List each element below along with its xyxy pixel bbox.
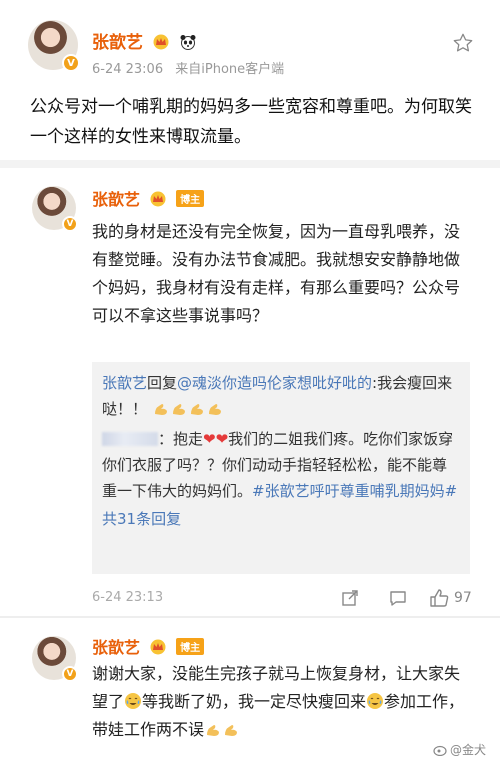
reply1-verb: 回复 [147, 374, 178, 392]
blogger-badge: 博主 [176, 638, 205, 655]
comment2-author-name[interactable]: 张歆艺 [92, 638, 140, 657]
post-body: 公众号对一个哺乳期的妈妈多一些宽容和尊重吧。为何取笑一个这样的女性来博取流量。 [30, 97, 472, 147]
crown-icon [153, 34, 169, 50]
blurred-username [102, 432, 158, 446]
crown-icon [150, 639, 166, 655]
verified-badge-icon: V [62, 54, 80, 72]
tears-face-icon [125, 693, 142, 709]
flex-arm-icon [190, 404, 203, 415]
comment2-avatar[interactable]: V [32, 636, 78, 682]
post-client: 来自iPhone客户端 [175, 62, 285, 77]
comment1-author[interactable]: 张歆艺 博主 [92, 186, 205, 210]
share-icon[interactable] [340, 588, 360, 608]
reply2-hashtag[interactable]: #张歆艺呼吁尊重哺乳期妈妈# [252, 482, 457, 500]
flex-arm-icon [172, 404, 185, 415]
comment2-body: 谢谢大家，没能生完孩子就马上恢复身材，让大家失望了 等我断了奶，我一定尽快瘦回来参… [92, 660, 472, 744]
reply1-author[interactable]: 张歆艺 [102, 374, 147, 392]
comment1-body: 我的身材是还没有完全恢复，因为一直母乳喂养，没有整觉睡。没有办法节食减肥。我就想… [92, 222, 461, 325]
panda-icon [180, 35, 196, 50]
post-meta: 6-24 23:06 来自iPhone客户端 [92, 58, 284, 77]
post-author[interactable]: 张歆艺 [92, 28, 197, 53]
verified-badge-icon: V [62, 216, 78, 232]
section-divider [0, 616, 500, 618]
like-thumb-icon[interactable] [428, 587, 450, 609]
post-timestamp: 6-24 23:06 [92, 62, 164, 77]
comment1-timestamp: 6-24 23:13 [92, 590, 164, 605]
comment-icon[interactable] [388, 588, 408, 608]
reply1-mention[interactable]: @魂淡你造吗伦家想吡好吡的 [177, 374, 372, 392]
verified-badge-icon: V [62, 666, 78, 682]
comment1-author-name[interactable]: 张歆艺 [92, 190, 140, 209]
watermark-logo-icon [433, 745, 447, 756]
tears-face-icon [367, 693, 384, 709]
like-count: 97 [454, 590, 472, 606]
crown-icon [150, 191, 166, 207]
section-divider [0, 160, 500, 168]
heart-icon: ❤ [215, 430, 229, 448]
watermark: @金犬 [433, 741, 486, 758]
comment1-avatar[interactable]: V [32, 186, 78, 232]
comment2-author[interactable]: 张歆艺 博主 [92, 634, 205, 658]
flex-arm-icon [225, 725, 238, 736]
flex-arm-icon [207, 725, 220, 736]
reply2-prefix: ：抱走 [158, 430, 204, 448]
reply-box: 张歆艺回复@魂淡你造吗伦家想吡好吡的:我会瘦回来哒！！ ：抱走❤❤我们的二姐我们… [92, 362, 470, 574]
post-avatar[interactable]: V [28, 20, 80, 72]
reply-item: ：抱走❤❤我们的二姐我们疼。吃你们家饭穿你们衣服了吗？？你们动动手指轻轻松松，能… [102, 426, 460, 504]
more-replies-link[interactable]: 共31条回复 [102, 506, 460, 532]
heart-icon: ❤ [203, 430, 216, 448]
reply-item: 张歆艺回复@魂淡你造吗伦家想吡好吡的:我会瘦回来哒！！ [102, 370, 460, 422]
blogger-badge: 博主 [176, 190, 205, 207]
watermark-text: @金犬 [449, 743, 486, 757]
flex-arm-icon [154, 404, 167, 415]
flex-arm-icon [208, 404, 221, 415]
favorite-star-icon[interactable] [452, 32, 474, 54]
post-author-name[interactable]: 张歆艺 [92, 33, 143, 53]
comment2-text-part2: 等我断了奶，我一定尽快瘦回来 [142, 692, 367, 711]
